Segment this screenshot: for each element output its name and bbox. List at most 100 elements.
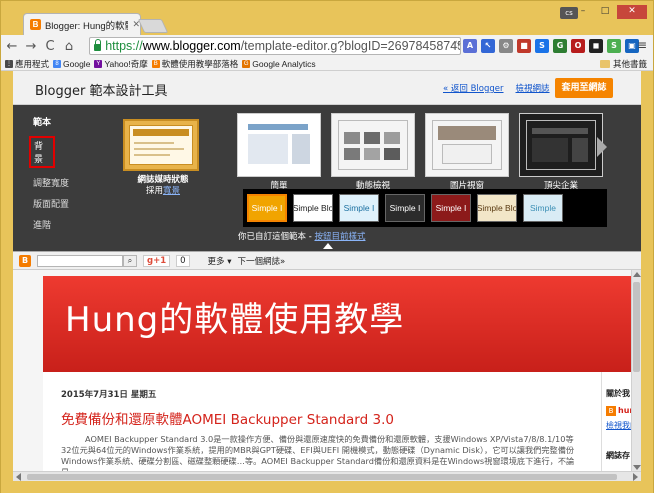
template-variants: Simple I Simple Blo Simple I Simple I Si… xyxy=(243,189,607,227)
analytics-icon: G xyxy=(242,59,251,68)
tool-extension-icon[interactable]: ⚙ xyxy=(499,39,513,53)
maximize-button[interactable]: □ xyxy=(595,5,615,19)
horizontal-scrollbar[interactable] xyxy=(13,471,641,481)
back-to-blogger-link[interactable]: « 返回 Blogger xyxy=(443,82,504,94)
template-dynamic-views[interactable]: 動態檢視 xyxy=(331,113,415,193)
bookmark-analytics[interactable]: G Google Analytics xyxy=(242,59,316,69)
variant-2[interactable]: Simple Blo xyxy=(293,194,333,222)
scroll-left-icon[interactable] xyxy=(16,473,21,481)
vertical-scroll-thumb[interactable] xyxy=(633,282,640,372)
scroll-up-icon[interactable] xyxy=(633,272,641,277)
variant-7[interactable]: Simple xyxy=(523,194,563,222)
designer-header: Blogger 範本設計工具 « 返回 Blogger 檢視網誌 說明 套用至網… xyxy=(13,71,641,105)
tab-title: Blogger: Hung的軟體使用 xyxy=(44,20,129,32)
close-window-button[interactable]: ✕ xyxy=(617,5,647,19)
template-thumb xyxy=(519,113,603,177)
other-bookmarks-label: 其他書籤 xyxy=(612,59,647,69)
lock-icon xyxy=(94,39,102,51)
vertical-scrollbar[interactable] xyxy=(631,270,641,471)
blogger-navbar: B ⌕ g+1 0 更多 ▾ 下一個網誌» xyxy=(13,252,641,270)
window-controls: – □ ✕ xyxy=(573,5,647,19)
variants-caption-text: 你已自訂這個範本 - xyxy=(238,232,315,242)
template-gallery: 簡單 動態檢視 圖片視窗 頂尖企業 xyxy=(237,107,613,193)
next-templates-arrow-icon[interactable] xyxy=(597,137,607,157)
next-blog-link[interactable]: 下一個網誌» xyxy=(238,255,286,267)
collapse-designer-icon[interactable] xyxy=(323,243,333,249)
dark-extension-icon[interactable]: ◼ xyxy=(589,39,603,53)
current-template-link[interactable]: 寬景 xyxy=(163,186,180,196)
o-extension-icon[interactable]: O xyxy=(571,39,585,53)
blog-title[interactable]: Hung的軟體使用教學 xyxy=(65,292,404,341)
variant-4[interactable]: Simple I xyxy=(385,194,425,222)
bookmark-label: Yahoo!奇摩 xyxy=(104,58,148,69)
gplus-count: 0 xyxy=(176,254,190,267)
post-date: 2015年7月31日 星期五 xyxy=(61,390,157,400)
blog-preview: B ⌕ g+1 0 更多 ▾ 下一個網誌» Hung的軟體使用教學 2015年7… xyxy=(13,251,641,471)
more-menu[interactable]: 更多 ▾ xyxy=(208,255,232,267)
navbar-search-input[interactable] xyxy=(37,254,123,267)
current-template-caption: 網誌媒時狀態 採用寬景 xyxy=(123,175,203,197)
template-designer: Blogger 範本設計工具 « 返回 Blogger 檢視網誌 說明 套用至網… xyxy=(13,71,641,251)
scroll-right-icon[interactable] xyxy=(633,473,638,481)
template-awesome-inc[interactable]: 頂尖企業 xyxy=(519,113,603,193)
new-tab-button[interactable] xyxy=(137,19,169,33)
reload-icon[interactable]: C xyxy=(42,39,58,54)
variant-3[interactable]: Simple I xyxy=(339,194,379,222)
bookmark-google[interactable]: 8 Google xyxy=(53,59,90,69)
forward-icon[interactable]: → xyxy=(23,39,39,54)
minimize-button[interactable]: – xyxy=(573,5,593,19)
browser-menu-icon[interactable]: ≡ xyxy=(637,38,647,52)
bookmark-apps[interactable]: ⋮ 應用程式 xyxy=(5,58,49,70)
bookmark-blog[interactable]: B 軟體使用教學部落格 xyxy=(151,58,238,70)
current-template-thumbnail[interactable] xyxy=(123,119,199,171)
current-style-link[interactable]: 按鈕目前樣式 xyxy=(314,232,365,242)
post-title[interactable]: 免費備份和還原軟體AOMEI Backupper Standard 3.0 xyxy=(61,408,394,428)
bookmark-star-icon[interactable]: ☆ xyxy=(451,38,462,52)
blog-archive-heading: 網誌存 xyxy=(606,451,630,460)
current-template-name: 網誌媒時狀態 xyxy=(137,175,189,185)
menu-item-advanced[interactable]: 進階 xyxy=(33,218,69,231)
folder-icon xyxy=(599,60,610,68)
blogger-icon: B xyxy=(151,59,160,68)
variant-6[interactable]: Simple Blo xyxy=(477,194,517,222)
menu-item-adjust-widths[interactable]: 調整寬度 xyxy=(33,176,69,189)
extension-icons: A ↖ ⚙ ■ S G O ◼ S ▣ xyxy=(463,39,639,53)
apps-grid-icon: ⋮ xyxy=(5,59,13,68)
green-extension-icon[interactable]: G xyxy=(553,39,567,53)
apply-to-blog-button[interactable]: 套用至網誌 xyxy=(555,78,613,98)
address-bar[interactable]: https://www.blogger.com/template-editor.… xyxy=(89,37,461,55)
blog-banner: Hung的軟體使用教學 xyxy=(43,276,631,372)
translate-extension-icon[interactable]: A xyxy=(463,39,477,53)
other-bookmarks[interactable]: 其他書籤 xyxy=(599,58,647,70)
bookmark-yahoo[interactable]: Y Yahoo!奇摩 xyxy=(94,58,148,70)
home-icon[interactable]: ⌂ xyxy=(61,39,77,54)
designer-side-menu: 範本 背景 調整寬度 版面配置 進階 xyxy=(29,115,69,239)
search-icon[interactable]: ⌕ xyxy=(123,254,137,267)
menu-item-layout[interactable]: 版面配置 xyxy=(33,197,69,210)
title-bar: B Blogger: Hung的軟體使用 ✕ cs – □ ✕ xyxy=(1,1,653,35)
template-simple[interactable]: 簡單 xyxy=(237,113,321,193)
template-thumb xyxy=(237,113,321,177)
s2-extension-icon[interactable]: S xyxy=(607,39,621,53)
s-extension-icon[interactable]: S xyxy=(535,39,549,53)
variant-1[interactable]: Simple I xyxy=(247,194,287,222)
menu-heading-template[interactable]: 範本 xyxy=(33,115,69,128)
url-text: https://www.blogger.com/template-editor.… xyxy=(105,39,460,53)
cursor-extension-icon[interactable]: ↖ xyxy=(481,39,495,53)
variant-5[interactable]: Simple I xyxy=(431,194,471,222)
gplus-button[interactable]: g+1 xyxy=(143,254,171,267)
current-template-preview xyxy=(129,125,193,165)
browser-tab[interactable]: B Blogger: Hung的軟體使用 ✕ xyxy=(23,13,141,35)
caption-prefix: 採用 xyxy=(145,186,163,196)
horizontal-scroll-thumb[interactable] xyxy=(27,474,617,480)
back-icon[interactable]: ← xyxy=(4,39,20,54)
red-extension-icon[interactable]: ■ xyxy=(517,39,531,53)
designer-title: Blogger 範本設計工具 xyxy=(35,84,168,99)
template-picture-window[interactable]: 圖片視窗 xyxy=(425,113,509,193)
google-icon: 8 xyxy=(53,59,62,68)
view-blog-link[interactable]: 檢視網誌 xyxy=(516,82,550,94)
window-bottom-frame xyxy=(1,481,653,493)
menu-item-background[interactable]: 背景 xyxy=(29,136,55,168)
scroll-down-icon[interactable] xyxy=(633,465,641,470)
blogger-logo-icon[interactable]: B xyxy=(19,254,31,267)
